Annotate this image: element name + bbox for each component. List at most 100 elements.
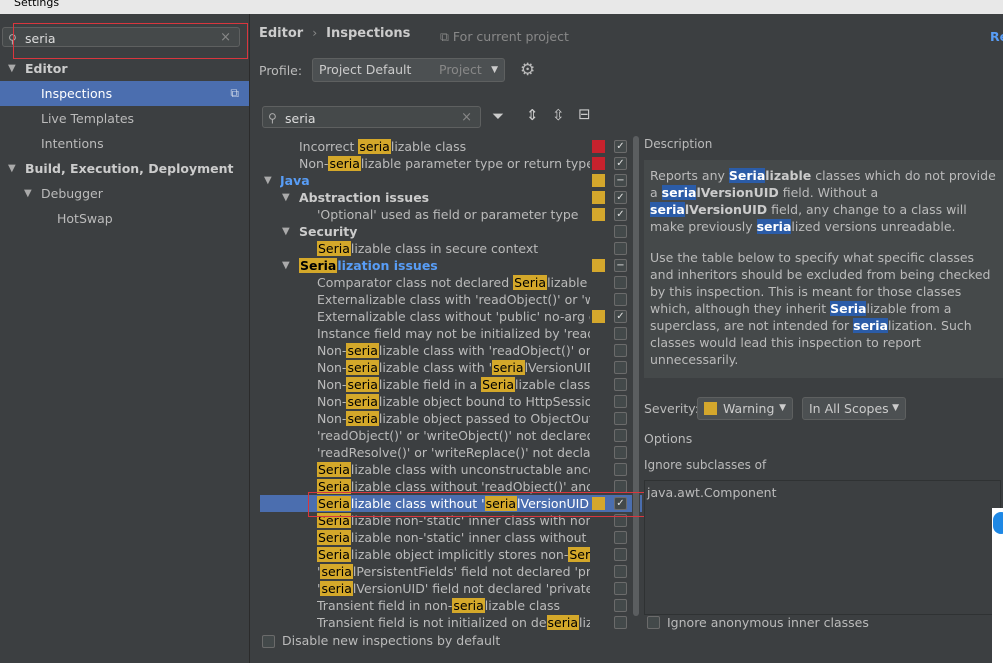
- tree-row[interactable]: ▼ Abstraction issues ✓: [260, 189, 642, 206]
- profile-dropdown[interactable]: Project Default Project ▼: [312, 58, 505, 82]
- reset-link[interactable]: Re: [990, 29, 1003, 44]
- tree-row[interactable]: Non-serializable class with 'readObject(…: [260, 342, 642, 359]
- expand-arrow-icon[interactable]: ▼: [8, 56, 16, 81]
- tree-row[interactable]: Non-serializable parameter type or retur…: [260, 155, 642, 172]
- inspection-search-input[interactable]: ⚲ seria ×: [262, 106, 481, 128]
- tree-row[interactable]: Externalizable class with 'readObject()'…: [260, 291, 642, 308]
- expand-arrow-icon[interactable]: ▼: [8, 156, 16, 181]
- ignore-subclasses-table[interactable]: java.awt.Component: [644, 480, 1001, 615]
- side-widget[interactable]: [992, 508, 1003, 663]
- sidebar-item-label: Intentions: [41, 136, 104, 151]
- window-title: Settings: [14, 0, 60, 9]
- inspection-checkbox[interactable]: −: [614, 174, 627, 187]
- inspection-checkbox[interactable]: [614, 548, 627, 561]
- tree-row[interactable]: 'readResolve()' or 'writeReplace()' not …: [260, 444, 642, 461]
- sidebar-item[interactable]: HotSwap: [0, 206, 249, 231]
- inspection-checkbox[interactable]: [614, 327, 627, 340]
- profile-value: Project Default: [319, 62, 412, 77]
- tree-row-label: 'serialPersistentFields' field not decla…: [317, 564, 590, 579]
- expand-arrow-icon[interactable]: ▼: [264, 172, 272, 189]
- inspection-checkbox[interactable]: [614, 531, 627, 544]
- clear-search-icon[interactable]: ×: [461, 110, 472, 125]
- tree-scrollbar[interactable]: [632, 136, 640, 630]
- inspection-checkbox[interactable]: ✓: [614, 140, 627, 153]
- inspection-checkbox[interactable]: [614, 225, 627, 238]
- tree-row[interactable]: Transient field is not initialized on de…: [260, 614, 642, 630]
- reset-to-default-icon[interactable]: ⊟: [578, 105, 591, 123]
- tree-row[interactable]: Non-serializable field in a Serializable…: [260, 376, 642, 393]
- ignore-subclass-row[interactable]: java.awt.Component: [647, 485, 777, 500]
- tree-row[interactable]: Non-serializable object bound to HttpSes…: [260, 393, 642, 410]
- inspection-checkbox[interactable]: [614, 412, 627, 425]
- tree-row-label: Incorrect serializable class: [299, 139, 467, 154]
- disable-new-checkbox[interactable]: [262, 635, 275, 648]
- inspection-checkbox[interactable]: [614, 582, 627, 595]
- tree-row[interactable]: Serializable non-'static' inner class wi…: [260, 529, 642, 546]
- collapse-all-icon[interactable]: ⇳: [552, 106, 565, 124]
- tree-row[interactable]: 'Optional' used as field or parameter ty…: [260, 206, 642, 223]
- filter-icon[interactable]: ⏷: [492, 107, 504, 125]
- tree-row[interactable]: 'readObject()' or 'writeObject()' not de…: [260, 427, 642, 444]
- inspection-checkbox[interactable]: ✓: [614, 157, 627, 170]
- sidebar-item[interactable]: Inspections ⧉: [0, 81, 249, 106]
- severity-color-swatch: [704, 402, 717, 415]
- expand-arrow-icon[interactable]: ▼: [282, 257, 290, 274]
- sidebar-item[interactable]: ▼ Build, Execution, Deployment: [0, 156, 249, 181]
- inspection-checkbox[interactable]: [614, 565, 627, 578]
- inspection-checkbox[interactable]: −: [614, 259, 627, 272]
- scope-dropdown[interactable]: In All Scopes ▼: [802, 397, 906, 420]
- tree-row-label: Comparator class not declared Serializab…: [317, 275, 588, 290]
- tree-scrollbar-thumb[interactable]: [633, 136, 639, 616]
- sidebar-item[interactable]: Live Templates: [0, 106, 249, 131]
- gear-icon[interactable]: ⚙: [520, 60, 535, 80]
- tree-row[interactable]: Non-serializable class with 'serialVersi…: [260, 359, 642, 376]
- tree-row[interactable]: Transient field in non-serializable clas…: [260, 597, 642, 614]
- sidebar-item[interactable]: ▼ Debugger: [0, 181, 249, 206]
- tree-row[interactable]: Serializable class with unconstructable …: [260, 461, 642, 478]
- project-scope-icon: ⧉: [440, 29, 449, 44]
- inspection-checkbox[interactable]: [614, 429, 627, 442]
- expand-all-icon[interactable]: ⇕: [526, 106, 539, 124]
- inspection-checkbox[interactable]: [614, 361, 627, 374]
- inspection-checkbox[interactable]: ✓: [614, 310, 627, 323]
- inspection-checkbox[interactable]: ✓: [614, 191, 627, 204]
- settings-sidebar: ⚲ seria × ▼ Editor Inspections ⧉ Live Templa…: [0, 14, 250, 663]
- tree-row[interactable]: Instance field may not be initialized by…: [260, 325, 642, 342]
- tree-row[interactable]: Serializable class in secure context: [260, 240, 642, 257]
- tree-row[interactable]: Incorrect serializable class ✓: [260, 138, 642, 155]
- inspection-checkbox[interactable]: [614, 446, 627, 459]
- inspection-checkbox[interactable]: [614, 463, 627, 476]
- ignore-anonymous-checkbox[interactable]: [647, 616, 660, 629]
- inspection-checkbox[interactable]: [614, 242, 627, 255]
- tree-row-label: Java: [280, 173, 310, 188]
- tree-row[interactable]: ▼ Serialization issues −: [260, 257, 642, 274]
- breadcrumb-editor[interactable]: Editor: [259, 26, 303, 41]
- tree-row[interactable]: ▼ Security: [260, 223, 642, 240]
- sidebar-item[interactable]: ▼ Editor: [0, 56, 249, 81]
- tree-row[interactable]: Externalizable class without 'public' no…: [260, 308, 642, 325]
- tree-row[interactable]: Non-serializable object passed to Object…: [260, 410, 642, 427]
- tree-row-label: 'readObject()' or 'writeObject()' not de…: [317, 428, 590, 443]
- inspection-checkbox[interactable]: [614, 599, 627, 612]
- inspection-checkbox[interactable]: [614, 344, 627, 357]
- inspection-checkbox[interactable]: [614, 378, 627, 391]
- inspection-checkbox[interactable]: [614, 293, 627, 306]
- tree-row[interactable]: Serializable object implicitly stores no…: [260, 546, 642, 563]
- description-label: Description: [644, 137, 713, 151]
- severity-dropdown[interactable]: Warning ▼: [697, 397, 793, 420]
- inspection-checkbox[interactable]: ✓: [614, 208, 627, 221]
- sidebar-item[interactable]: Intentions: [0, 131, 249, 156]
- inspection-checkbox[interactable]: [614, 276, 627, 289]
- assistant-icon: [993, 512, 1003, 534]
- tree-row[interactable]: ▼ Java −: [260, 172, 642, 189]
- tree-row[interactable]: 'serialPersistentFields' field not decla…: [260, 563, 642, 580]
- chevron-down-icon: ▼: [491, 65, 498, 75]
- expand-arrow-icon[interactable]: ▼: [282, 189, 290, 206]
- tree-row[interactable]: 'serialVersionUID' field not declared 'p…: [260, 580, 642, 597]
- tree-row[interactable]: Comparator class not declared Serializab…: [260, 274, 642, 291]
- inspection-checkbox[interactable]: [614, 616, 627, 629]
- inspection-checkbox[interactable]: [614, 395, 627, 408]
- expand-arrow-icon[interactable]: ▼: [24, 181, 32, 206]
- expand-arrow-icon[interactable]: ▼: [282, 223, 290, 240]
- profile-label: Profile:: [259, 63, 303, 78]
